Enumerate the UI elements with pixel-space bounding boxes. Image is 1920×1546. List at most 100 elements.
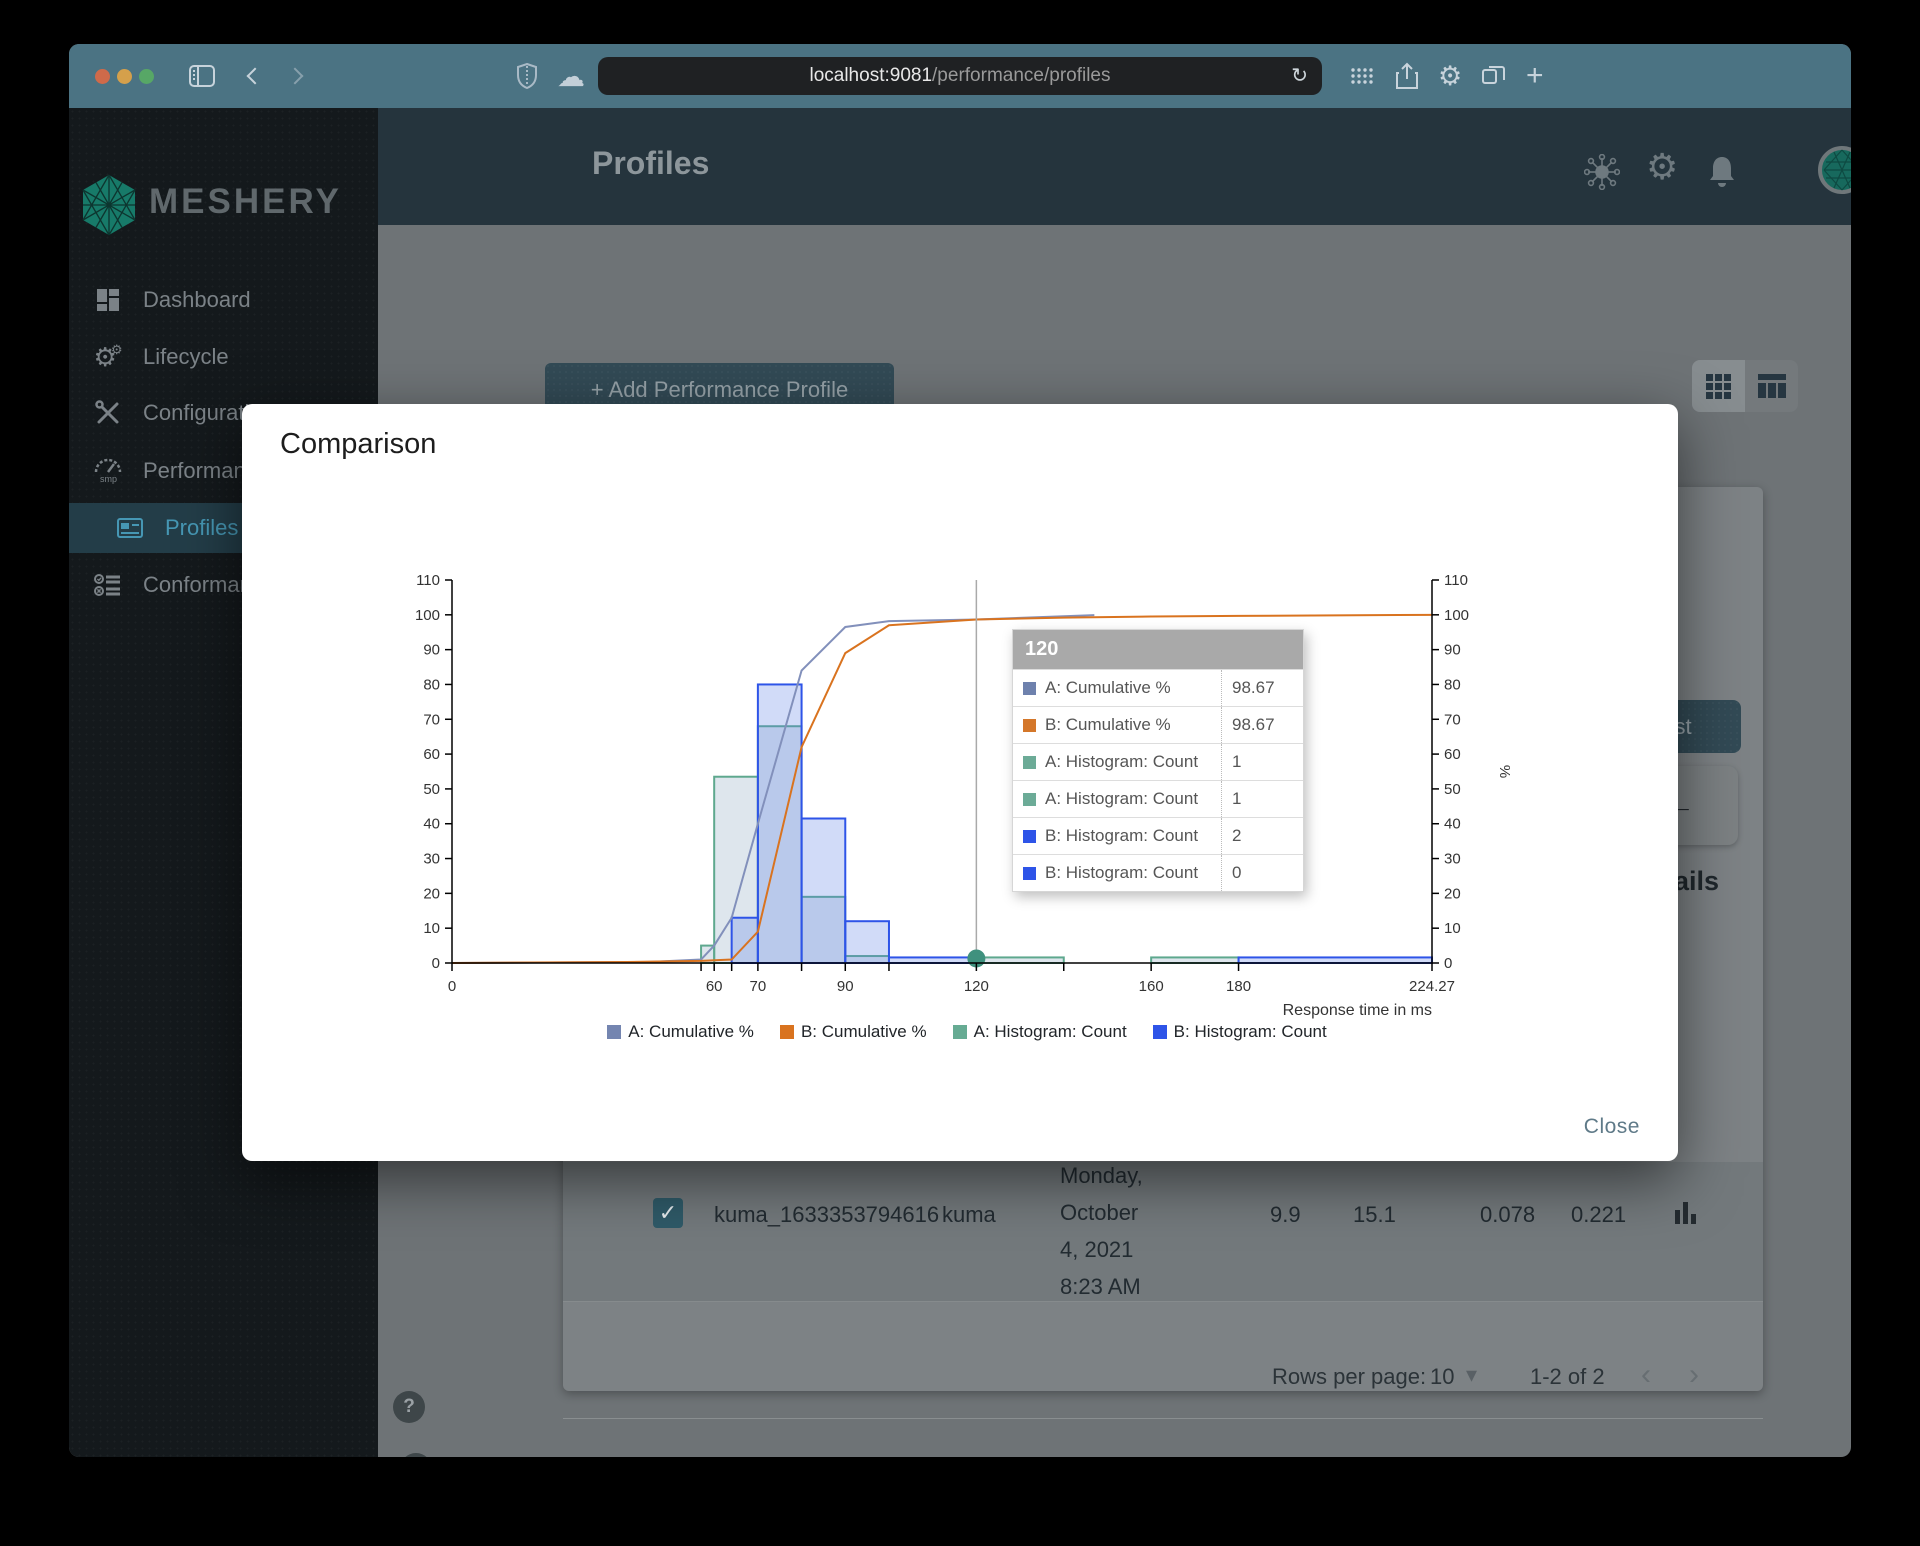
refresh-icon[interactable]: ↻ xyxy=(1291,63,1308,88)
svg-text:0: 0 xyxy=(432,955,440,972)
svg-text:60: 60 xyxy=(423,746,440,763)
rows-per-page-caret-icon[interactable]: ▾ xyxy=(1466,1362,1477,1388)
view-chart-icon[interactable] xyxy=(1675,1202,1696,1224)
cell-date: Monday, October 4, 2021 8:23 AM xyxy=(1060,1157,1143,1305)
legend-label: B: Histogram: Count xyxy=(1173,1022,1327,1041)
profiles-icon xyxy=(115,518,145,538)
sidebar-item-lifecycle[interactable]: ⚙ ⚙ Lifecycle xyxy=(69,332,378,382)
chart-tooltip: 120 A: Cumulative % 98.67 B: Cumulative %… xyxy=(1012,629,1304,892)
svg-text:%: % xyxy=(1496,765,1513,778)
rows-per-page-select[interactable]: 10 xyxy=(1430,1364,1454,1390)
page-title: Profiles xyxy=(592,145,710,181)
performance-icon: smp xyxy=(93,458,123,484)
row-checkbox[interactable]: ✓ xyxy=(653,1198,683,1228)
avatar[interactable] xyxy=(1818,146,1851,199)
legend-item[interactable]: B: Cumulative % xyxy=(779,1022,927,1042)
svg-text:70: 70 xyxy=(750,978,767,995)
cell-profile-name: kuma_1633353794616 xyxy=(714,1202,940,1227)
cell-mesh-name: kuma xyxy=(942,1202,996,1227)
url-host: localhost:9081 xyxy=(809,65,933,86)
grid-view-button[interactable] xyxy=(1692,360,1745,412)
series-value: 2 xyxy=(1221,818,1303,854)
svg-text:20: 20 xyxy=(1444,885,1461,902)
forward-icon[interactable] xyxy=(286,67,304,85)
svg-text:80: 80 xyxy=(423,676,440,693)
svg-text:70: 70 xyxy=(1444,711,1461,728)
tooltip-row: A: Histogram: Count 1 xyxy=(1013,743,1303,780)
zoom-window-button[interactable] xyxy=(139,68,154,84)
svg-text:90: 90 xyxy=(837,978,854,995)
svg-text:60: 60 xyxy=(1444,746,1461,763)
svg-text:20: 20 xyxy=(423,885,440,902)
back-icon[interactable] xyxy=(246,67,264,85)
close-button[interactable]: Close xyxy=(1584,1115,1640,1139)
svg-text:80: 80 xyxy=(1444,676,1461,693)
help-button[interactable]: ? xyxy=(393,1391,425,1423)
meshery-logo[interactable] xyxy=(81,174,137,236)
next-page-button[interactable]: › xyxy=(1689,1358,1699,1392)
sidebar-item-dashboard[interactable]: Dashboard xyxy=(69,275,378,325)
sidebar-item-label: Dashboard xyxy=(143,287,251,312)
collapse-sidebar-button[interactable]: ‹ xyxy=(400,1453,432,1457)
svg-text:40: 40 xyxy=(1444,816,1461,833)
tooltip-row: B: Histogram: Count 0 xyxy=(1013,854,1303,891)
tooltip-row: B: Histogram: Count 2 xyxy=(1013,817,1303,854)
series-swatch xyxy=(1023,866,1036,880)
rows-per-page-label: Rows per page: xyxy=(1272,1364,1427,1389)
svg-text:70: 70 xyxy=(423,711,440,728)
legend-item[interactable]: A: Histogram: Count xyxy=(952,1022,1127,1042)
table-row[interactable]: ✓ kuma_1633353794616 kuma Monday, Octobe… xyxy=(563,1162,1763,1302)
legend-swatch xyxy=(779,1025,794,1039)
settings-gear-icon[interactable]: ⚙ xyxy=(1438,61,1462,92)
notifications-bell-icon[interactable] xyxy=(1706,154,1738,195)
url-path: /performance/profiles xyxy=(932,65,1111,86)
legend-item[interactable]: B: Histogram: Count xyxy=(1152,1022,1327,1042)
table-view-button[interactable] xyxy=(1745,360,1798,412)
minimize-window-button[interactable] xyxy=(117,68,132,84)
svg-text:224.27: 224.27 xyxy=(1409,978,1455,995)
series-value: 98.67 xyxy=(1221,670,1303,706)
svg-text:100: 100 xyxy=(415,607,440,624)
settings-icon[interactable]: ⚙ xyxy=(1646,146,1678,188)
series-value: 1 xyxy=(1221,744,1303,780)
details-heading-partial: ails xyxy=(1674,866,1720,896)
legend-swatch xyxy=(607,1025,622,1039)
cloud-icon[interactable]: ☁ xyxy=(557,60,585,93)
modal-title: Comparison xyxy=(280,428,437,460)
share-icon[interactable] xyxy=(1394,62,1418,90)
extensions-grid-icon[interactable] xyxy=(1350,64,1374,88)
pagination-range: 1-2 of 2 xyxy=(1530,1364,1605,1389)
svg-text:10: 10 xyxy=(423,920,440,937)
svg-text:40: 40 xyxy=(423,816,440,833)
mesh-adapters-icon[interactable] xyxy=(1583,153,1621,195)
close-window-button[interactable] xyxy=(95,68,110,84)
svg-text:0: 0 xyxy=(1444,955,1452,972)
svg-text:30: 30 xyxy=(423,851,440,868)
dashboard-icon xyxy=(93,288,123,312)
date-line: October xyxy=(1060,1200,1139,1225)
new-tab-icon[interactable]: + xyxy=(1526,59,1544,93)
tooltip-row: B: Cumulative % 98.67 xyxy=(1013,706,1303,743)
series-swatch xyxy=(1023,718,1036,732)
cell-qps: 9.9 xyxy=(1270,1202,1301,1227)
shield-icon[interactable] xyxy=(517,63,537,89)
conformance-icon xyxy=(93,572,123,598)
lifecycle-icon: ⚙ ⚙ xyxy=(93,341,123,372)
svg-text:smp: smp xyxy=(100,474,117,484)
previous-page-button[interactable]: ‹ xyxy=(1641,1358,1651,1392)
svg-text:0: 0 xyxy=(448,978,456,995)
svg-text:110: 110 xyxy=(1444,572,1468,589)
table-pagination: Rows per page: 10 ▾ 1-2 of 2 ‹ › xyxy=(563,1302,1763,1419)
address-bar[interactable]: localhost:9081/performance/profiles ↻ xyxy=(598,57,1322,95)
series-swatch xyxy=(1023,792,1036,806)
comparison-chart[interactable]: 0 0 10 10 20 20 30 30 40 40 50 50 60 60 70 70 80 80 90 90 10… xyxy=(352,554,1582,1024)
tab-overview-icon[interactable] xyxy=(1482,64,1506,88)
legend-swatch xyxy=(952,1025,967,1039)
svg-text:100: 100 xyxy=(1444,607,1469,624)
legend-item[interactable]: A: Cumulative % xyxy=(607,1022,754,1042)
view-toggle xyxy=(1692,360,1798,412)
app-header: Profiles ⚙ xyxy=(378,108,1851,225)
svg-text:90: 90 xyxy=(423,642,440,659)
legend-label: A: Histogram: Count xyxy=(973,1022,1127,1041)
sidebar-toggle-icon[interactable] xyxy=(189,65,215,87)
